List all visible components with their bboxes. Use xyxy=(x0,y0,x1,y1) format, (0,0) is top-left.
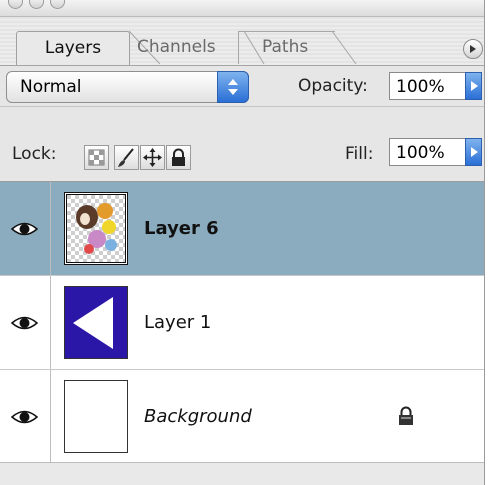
tab-layers[interactable]: Layers xyxy=(16,31,130,65)
layer-name: Layer 6 xyxy=(144,218,219,239)
lock-icon xyxy=(399,406,413,425)
layer-row[interactable]: Background xyxy=(0,370,484,464)
eye-icon xyxy=(11,316,38,330)
visibility-toggle[interactable] xyxy=(0,276,51,369)
opacity-arrow-button[interactable] xyxy=(465,72,482,100)
layer-thumbnail xyxy=(64,192,128,265)
tab-bar: Layers Channels Paths xyxy=(0,17,484,66)
tab-channels-label: Channels xyxy=(137,37,216,57)
checkerboard-icon xyxy=(88,149,105,166)
eye-icon xyxy=(11,222,38,236)
layers-list: Layer 6 Layer 1 Background xyxy=(0,181,484,485)
fill-arrow-button[interactable] xyxy=(465,138,482,166)
brush-icon xyxy=(118,148,134,167)
lock-position-button[interactable] xyxy=(140,145,165,170)
triangle-shape-thumbnail-icon xyxy=(65,287,127,358)
padlock-icon xyxy=(172,148,185,166)
close-window-button[interactable] xyxy=(8,0,23,9)
palette-bottom-bar xyxy=(0,462,484,485)
tab-layers-label: Layers xyxy=(44,38,102,58)
tab-channels[interactable]: Channels xyxy=(137,31,216,64)
layer-name: Layer 1 xyxy=(144,312,212,333)
lock-image-button[interactable] xyxy=(114,145,139,170)
fill-field[interactable]: 100% xyxy=(389,138,466,166)
lock-transparency-button[interactable] xyxy=(84,145,109,170)
minimize-window-button[interactable] xyxy=(29,0,44,9)
palette-menu-arrow-icon[interactable] xyxy=(463,39,483,59)
lock-row: Lock: Fill: 100% xyxy=(0,107,484,180)
blend-mode-value: Normal xyxy=(20,77,82,97)
fill-value: 100% xyxy=(396,143,445,163)
layer-row[interactable]: Layer 1 xyxy=(0,276,484,370)
opacity-value: 100% xyxy=(396,77,445,97)
layers-palette: Layers Channels Paths Normal Opacity: 10… xyxy=(0,0,485,485)
lock-all-button[interactable] xyxy=(166,145,191,170)
blend-mode-stepper-icon xyxy=(217,71,249,103)
eye-icon xyxy=(11,410,38,424)
layer-name: Background xyxy=(144,406,252,427)
lock-label: Lock: xyxy=(12,144,57,164)
visibility-toggle[interactable] xyxy=(0,370,51,463)
visibility-toggle[interactable] xyxy=(0,182,51,275)
fill-label: Fill: xyxy=(345,144,374,164)
opacity-label: Opacity: xyxy=(298,76,368,96)
move-arrows-icon xyxy=(143,148,162,167)
tab-paths[interactable]: Paths xyxy=(262,31,308,64)
blend-mode-select[interactable]: Normal xyxy=(6,71,249,103)
layer-row[interactable]: Layer 6 xyxy=(0,182,484,276)
tab-paths-label: Paths xyxy=(262,37,309,57)
collage-thumbnail-icon xyxy=(67,195,125,262)
opacity-field[interactable]: 100% xyxy=(389,72,466,100)
title-bar xyxy=(0,0,484,17)
layer-thumbnail xyxy=(64,380,128,453)
zoom-window-button[interactable] xyxy=(50,0,65,9)
layer-thumbnail xyxy=(64,286,128,359)
blend-row: Normal Opacity: 100% xyxy=(0,66,484,107)
